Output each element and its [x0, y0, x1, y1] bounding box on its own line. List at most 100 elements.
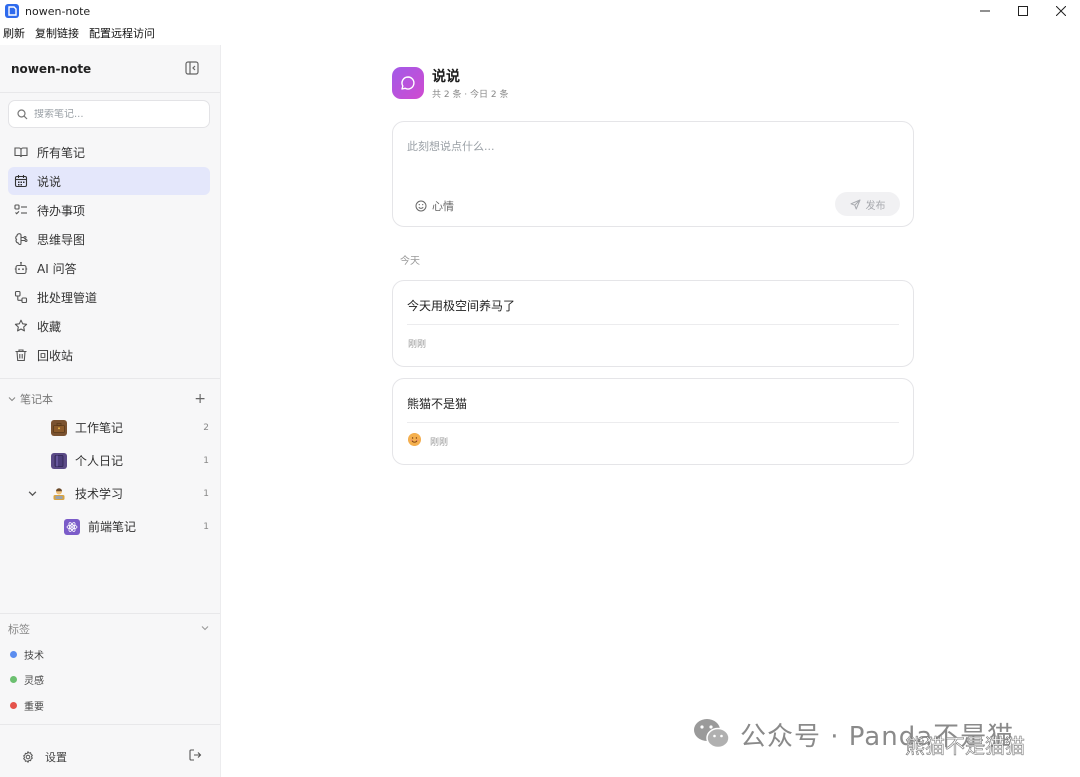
- sidebar-item-label: 说说: [37, 174, 62, 189]
- briefcase-icon: [51, 419, 67, 436]
- tag-label: 重要: [24, 701, 44, 713]
- sidebar-item-label: 思维导图: [37, 232, 86, 247]
- sidebar-item-label: 批处理管道: [37, 290, 98, 305]
- notebook-item-tech[interactable]: 技术学习 1: [0, 477, 220, 510]
- chevron-down-icon[interactable]: [28, 489, 37, 498]
- minimize-button[interactable]: [966, 0, 1004, 22]
- sidebar-item-trash[interactable]: 回收站: [8, 341, 210, 369]
- list-todo-icon: [14, 203, 28, 217]
- sidebar-item-batch-pipeline[interactable]: 批处理管道: [8, 283, 210, 311]
- post-card[interactable]: 今天用极空间养马了 刚刚: [392, 280, 914, 367]
- app-logo-icon: [5, 4, 19, 18]
- notebooks-label: 笔记本: [20, 393, 53, 406]
- notebook-label: 技术学习: [75, 487, 124, 501]
- mood-label: 心情: [432, 200, 454, 213]
- sidebar-item-label: 所有笔记: [37, 145, 86, 160]
- sidebar-divider: [0, 613, 220, 614]
- chevron-down-icon: [201, 626, 209, 631]
- settings-label: 设置: [45, 751, 67, 764]
- workflow-icon: [14, 290, 28, 304]
- publish-label: 发布: [865, 200, 886, 212]
- add-notebook-icon[interactable]: +: [194, 390, 206, 408]
- post-divider: [407, 324, 899, 325]
- post-card[interactable]: 熊猫不是猫 刚刚: [392, 378, 914, 465]
- notebook-label: 个人日记: [75, 454, 124, 468]
- search-icon: [17, 108, 28, 119]
- tag-label: 灵感: [24, 675, 44, 687]
- window-controls: [966, 0, 1080, 22]
- search-box[interactable]: [8, 100, 210, 128]
- sidebar-item-ai-qa[interactable]: AI 问答: [8, 254, 210, 282]
- sidebar-item-favorites[interactable]: 收藏: [8, 312, 210, 340]
- sidebar-item-all-notes[interactable]: 所有笔记: [8, 138, 210, 166]
- window-title: nowen-note: [25, 4, 91, 18]
- notebook-list: 工作笔记 2 个人日记 1 技术学习 1 前端笔记 1: [0, 411, 220, 543]
- notebook-item-frontend[interactable]: 前端笔记 1: [0, 510, 220, 543]
- close-button[interactable]: [1042, 0, 1080, 22]
- message-circle-icon: [392, 67, 424, 99]
- tags-header[interactable]: 标签: [8, 620, 212, 638]
- sidebar-footer: 设置: [0, 735, 220, 777]
- tag-color-dot: [10, 701, 17, 709]
- smile-icon: [415, 200, 427, 212]
- sidebar-item-label: 收藏: [37, 319, 62, 334]
- calendar-icon: [14, 174, 28, 188]
- post-time: 刚刚: [408, 340, 427, 350]
- sidebar-divider: [0, 92, 220, 93]
- composer-input[interactable]: [407, 138, 887, 178]
- composer: 心情 发布: [392, 121, 914, 227]
- post-content: 熊猫不是猫: [407, 397, 468, 411]
- logout-icon[interactable]: [188, 748, 202, 762]
- tag-label: 技术: [24, 650, 44, 662]
- notebook-item-work[interactable]: 工作笔记 2: [0, 411, 220, 444]
- book-open-icon: [14, 145, 28, 159]
- sidebar-divider: [0, 378, 220, 379]
- notebooks-header[interactable]: 笔记本 +: [8, 390, 210, 408]
- sidebar-title: nowen-note: [11, 62, 92, 76]
- brain-icon: [14, 232, 28, 246]
- wechat-icon: [692, 717, 732, 751]
- sidebar-item-mindmap[interactable]: 思维导图: [8, 225, 210, 253]
- sidebar: nowen-note 所有笔记 说说 待办事项: [0, 45, 221, 777]
- settings-button[interactable]: 设置: [22, 749, 67, 765]
- maximize-icon: [1018, 6, 1028, 16]
- tag-item[interactable]: 重要: [10, 697, 44, 713]
- star-icon: [14, 319, 28, 333]
- title-bar: nowen-note: [0, 0, 1080, 22]
- menu-copy-link[interactable]: 复制链接: [35, 25, 79, 41]
- atom-icon: [64, 518, 80, 535]
- chevron-down-icon: [8, 397, 16, 402]
- watermark-subtext: 熊猫不是猫猫: [905, 734, 1026, 759]
- search-input[interactable]: [34, 108, 194, 120]
- minimize-icon: [980, 10, 990, 12]
- post-divider: [407, 422, 899, 423]
- send-icon: [850, 199, 860, 209]
- notebook-count: 1: [203, 488, 209, 499]
- post-time: 刚刚: [430, 438, 449, 448]
- menu-remote-access[interactable]: 配置远程访问: [89, 25, 155, 41]
- gear-icon: [23, 751, 33, 763]
- tags-label: 标签: [8, 623, 30, 636]
- sidebar-item-todo[interactable]: 待办事项: [8, 196, 210, 224]
- tag-item[interactable]: 灵感: [10, 671, 44, 687]
- post-content: 今天用极空间养马了: [407, 299, 516, 313]
- tag-item[interactable]: 技术: [10, 646, 44, 662]
- page-subtitle: 共 2 条 · 今日 2 条: [432, 90, 509, 100]
- sidebar-divider: [0, 724, 220, 725]
- notebook-count: 1: [203, 455, 209, 466]
- notebook-count: 2: [203, 422, 209, 433]
- menu-bar: 刷新 复制链接 配置远程访问: [0, 24, 155, 42]
- sidebar-item-label: 待办事项: [37, 203, 86, 218]
- bot-icon: [14, 261, 28, 275]
- mood-button[interactable]: 心情: [415, 198, 454, 214]
- sidebar-nav: 所有笔记 说说 待办事项 思维导图 AI 问答 批处理管道 收藏 回收站: [8, 138, 210, 370]
- close-icon: [1056, 6, 1066, 16]
- maximize-button[interactable]: [1004, 0, 1042, 22]
- sidebar-item-label: AI 问答: [37, 261, 77, 276]
- sidebar-collapse-icon[interactable]: [185, 61, 199, 75]
- sidebar-item-moments[interactable]: 说说: [8, 167, 210, 195]
- publish-button[interactable]: 发布: [835, 192, 900, 216]
- notebook-item-diary[interactable]: 个人日记 1: [0, 444, 220, 477]
- tag-color-dot: [10, 650, 17, 658]
- menu-refresh[interactable]: 刷新: [3, 25, 25, 41]
